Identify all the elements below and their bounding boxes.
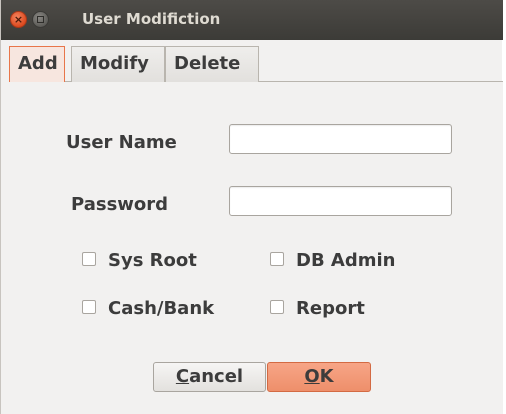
ok-label: K [319, 366, 334, 387]
dialog-window: × User Modifiction Add Modify Delete Use… [0, 0, 503, 414]
report-label: Report [296, 298, 365, 319]
minimize-icon[interactable] [32, 11, 49, 28]
db-admin-label: DB Admin [296, 250, 396, 271]
cash-bank-label: Cash/Bank [108, 298, 215, 319]
tab-add[interactable]: Add [9, 46, 65, 83]
tab-modify[interactable]: Modify [71, 46, 165, 82]
sys-root-label: Sys Root [108, 250, 197, 271]
cancel-mnemonic: C [175, 366, 190, 387]
tab-bar: Add Modify Delete [9, 46, 503, 83]
cancel-button[interactable]: Cancel [153, 362, 266, 392]
db-admin-checkbox[interactable]: DB Admin [270, 250, 395, 272]
close-icon[interactable]: × [10, 11, 27, 28]
sys-root-checkbox[interactable]: Sys Root [82, 250, 197, 272]
checkbox-box[interactable] [82, 251, 96, 266]
checkbox-box[interactable] [270, 251, 284, 266]
ok-mnemonic: O [304, 366, 320, 387]
username-input[interactable] [229, 124, 452, 154]
checkbox-box[interactable] [270, 299, 284, 314]
checkbox-box[interactable] [82, 299, 96, 314]
username-label: User Name [66, 132, 177, 153]
add-user-panel: User Name Password Sys Root DB Admin Cas… [9, 82, 503, 414]
password-label: Password [71, 194, 169, 215]
tab-delete[interactable]: Delete [165, 46, 259, 82]
ok-button[interactable]: OK [267, 362, 371, 392]
report-checkbox[interactable]: Report [270, 298, 365, 320]
window-title: User Modifiction [82, 10, 221, 28]
password-input[interactable] [229, 186, 452, 216]
cancel-label: ancel [189, 366, 244, 387]
cash-bank-checkbox[interactable]: Cash/Bank [82, 298, 214, 320]
title-bar[interactable]: × User Modifiction [1, 0, 503, 40]
